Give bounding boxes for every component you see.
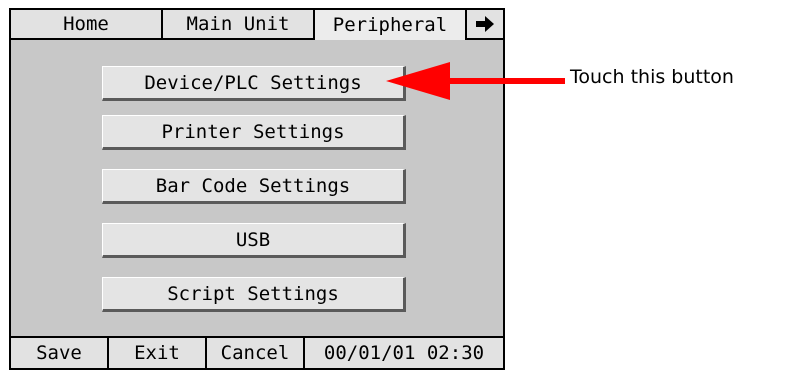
annotation-arrow — [386, 62, 565, 100]
annotation-label: Touch this button — [570, 66, 734, 88]
